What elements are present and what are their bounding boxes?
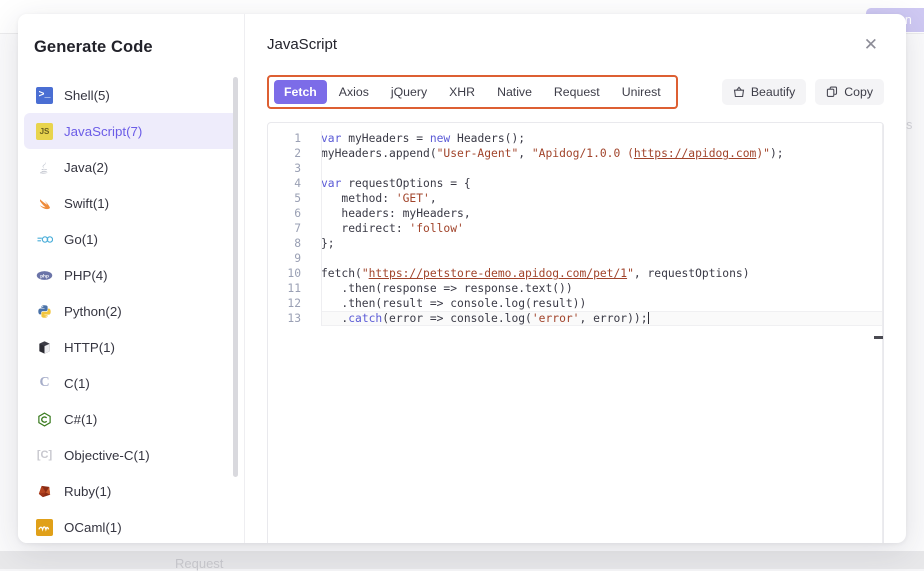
tab-xhr[interactable]: XHR <box>439 80 485 104</box>
csharp-icon <box>36 411 53 428</box>
sidebar-item-python[interactable]: Python(2) <box>24 293 238 329</box>
copy-icon <box>826 86 838 98</box>
sidebar-item-ruby[interactable]: Ruby(1) <box>24 473 238 509</box>
beautify-icon <box>733 86 745 98</box>
line-number: 3 <box>294 162 301 175</box>
php-icon: php <box>36 267 53 284</box>
sidebar-item-objective-c[interactable]: [C] Objective-C(1) <box>24 437 238 473</box>
sidebar-item-label: Go(1) <box>64 231 98 247</box>
line-number: 13 <box>287 312 301 325</box>
copy-button[interactable]: Copy <box>815 79 884 105</box>
line-number-gutter: 1 2 3 4 5 6 7 8 9 10 11 12 13 <box>268 131 310 326</box>
sidebar-item-label: JavaScript(7) <box>64 123 143 139</box>
code-vertical-scrollbar[interactable] <box>882 123 883 543</box>
language-list[interactable]: >_ Shell(5) JS JavaScript(7) Java(2) Swift(1)… <box>18 77 244 543</box>
code-toolbar: Fetch Axios jQuery XHR Native Request Unirest … <box>267 74 884 110</box>
python-icon <box>36 303 53 320</box>
http-icon <box>36 339 53 356</box>
tab-axios[interactable]: Axios <box>329 80 379 104</box>
line-number: 6 <box>294 207 301 220</box>
line-number: 7 <box>294 222 301 235</box>
line-number: 1 <box>294 132 301 145</box>
code-editor[interactable]: 1 2 3 4 5 6 7 8 9 10 11 12 13 var myHeaders = new He… <box>267 122 884 543</box>
sidebar-item-label: Objective-C(1) <box>64 447 150 463</box>
line-number: 9 <box>294 252 301 265</box>
tab-fetch[interactable]: Fetch <box>274 80 327 104</box>
code-line: var myHeaders = new Headers(); <box>321 132 526 145</box>
sidebar-item-label: OCaml(1) <box>64 519 122 535</box>
sidebar-item-label: C(1) <box>64 375 90 391</box>
line-number: 8 <box>294 237 301 250</box>
ocaml-icon <box>36 518 53 536</box>
sidebar-item-shell[interactable]: >_ Shell(5) <box>24 77 238 113</box>
code-line: redirect: 'follow' <box>321 222 464 235</box>
swift-icon <box>36 195 53 212</box>
line-number: 10 <box>287 267 301 280</box>
objective-c-icon: [C] <box>36 449 53 461</box>
line-number: 11 <box>287 282 301 295</box>
sidebar-item-ocaml[interactable]: OCaml(1) <box>24 509 238 543</box>
language-sidebar: Generate Code >_ Shell(5) JS JavaScript(7) J… <box>18 14 245 543</box>
code-line: headers: myHeaders, <box>321 207 471 220</box>
tab-jquery[interactable]: jQuery <box>381 80 437 104</box>
code-line: var requestOptions = { <box>321 177 471 190</box>
code-line: method: 'GET', <box>321 192 437 205</box>
ruby-icon <box>36 483 53 500</box>
code-line: fetch("https://petstore-demo.apidog.com/… <box>321 267 750 280</box>
java-icon <box>36 159 53 176</box>
library-tabs[interactable]: Fetch Axios jQuery XHR Native Request Unirest <box>267 75 678 109</box>
sidebar-item-http[interactable]: HTTP(1) <box>24 329 238 365</box>
code-panel-header: JavaScript ✕ <box>267 14 884 74</box>
sidebar-item-go[interactable]: Go(1) <box>24 221 238 257</box>
code-horizontal-scrollbar[interactable] <box>874 336 883 339</box>
sidebar-item-label: Shell(5) <box>64 87 110 103</box>
tab-native[interactable]: Native <box>487 80 542 104</box>
sidebar-item-label: PHP(4) <box>64 267 108 283</box>
shell-icon: >_ <box>36 86 53 104</box>
beautify-label: Beautify <box>750 85 796 99</box>
sidebar-item-c[interactable]: C#(1) <box>24 401 238 437</box>
code-line: .then(response => response.text()) <box>321 282 573 295</box>
sidebar-item-label: Python(2) <box>64 303 122 319</box>
generate-code-dialog: Generate Code >_ Shell(5) JS JavaScript(7) J… <box>18 14 906 543</box>
sidebar-item-label: Ruby(1) <box>64 483 112 499</box>
sidebar-item-label: Java(2) <box>64 159 109 175</box>
c-icon: C <box>39 375 50 390</box>
beautify-button[interactable]: Beautify <box>721 79 807 105</box>
code-line: }; <box>321 237 335 250</box>
line-number: 2 <box>294 147 301 160</box>
sidebar-item-swift[interactable]: Swift(1) <box>24 185 238 221</box>
line-number: 5 <box>294 192 301 205</box>
sidebar-item-label: C#(1) <box>64 411 98 427</box>
sidebar-item-php[interactable]: php PHP(4) <box>24 257 238 293</box>
dialog-title: Generate Code <box>34 38 153 56</box>
code-line: .catch(error => console.log('error', err… <box>321 311 883 326</box>
sidebar-item-javascript[interactable]: JS JavaScript(7) <box>24 113 238 149</box>
sidebar-item-label: Swift(1) <box>64 195 110 211</box>
line-number: 12 <box>287 297 301 310</box>
line-number: 4 <box>294 177 301 190</box>
page-title: JavaScript <box>267 35 338 53</box>
code-action-buttons: Beautify Copy <box>721 79 884 105</box>
sidebar-item-label: HTTP(1) <box>64 339 115 355</box>
close-icon[interactable]: ✕ <box>858 32 884 57</box>
tab-unirest[interactable]: Unirest <box>612 80 671 104</box>
text-cursor <box>647 312 649 324</box>
svg-text:php: php <box>40 273 49 279</box>
sidebar-scrollbar[interactable] <box>233 77 238 477</box>
copy-label: Copy <box>844 85 873 99</box>
sidebar-item-java[interactable]: Java(2) <box>24 149 238 185</box>
sidebar-item-c[interactable]: C C(1) <box>24 365 238 401</box>
code-panel: JavaScript ✕ Fetch Axios jQuery XHR Native Re… <box>245 14 906 543</box>
tab-request[interactable]: Request <box>544 80 610 104</box>
background-bottom-strip <box>0 551 924 569</box>
code-content[interactable]: var myHeaders = new Headers(); myHeaders.… <box>310 131 883 326</box>
code-line: .then(result => console.log(result)) <box>321 297 587 310</box>
javascript-icon: JS <box>36 122 53 140</box>
code-line: myHeaders.append("User-Agent", "Apidog/1… <box>321 147 784 160</box>
go-icon <box>36 231 53 248</box>
indent-guide <box>321 131 322 326</box>
